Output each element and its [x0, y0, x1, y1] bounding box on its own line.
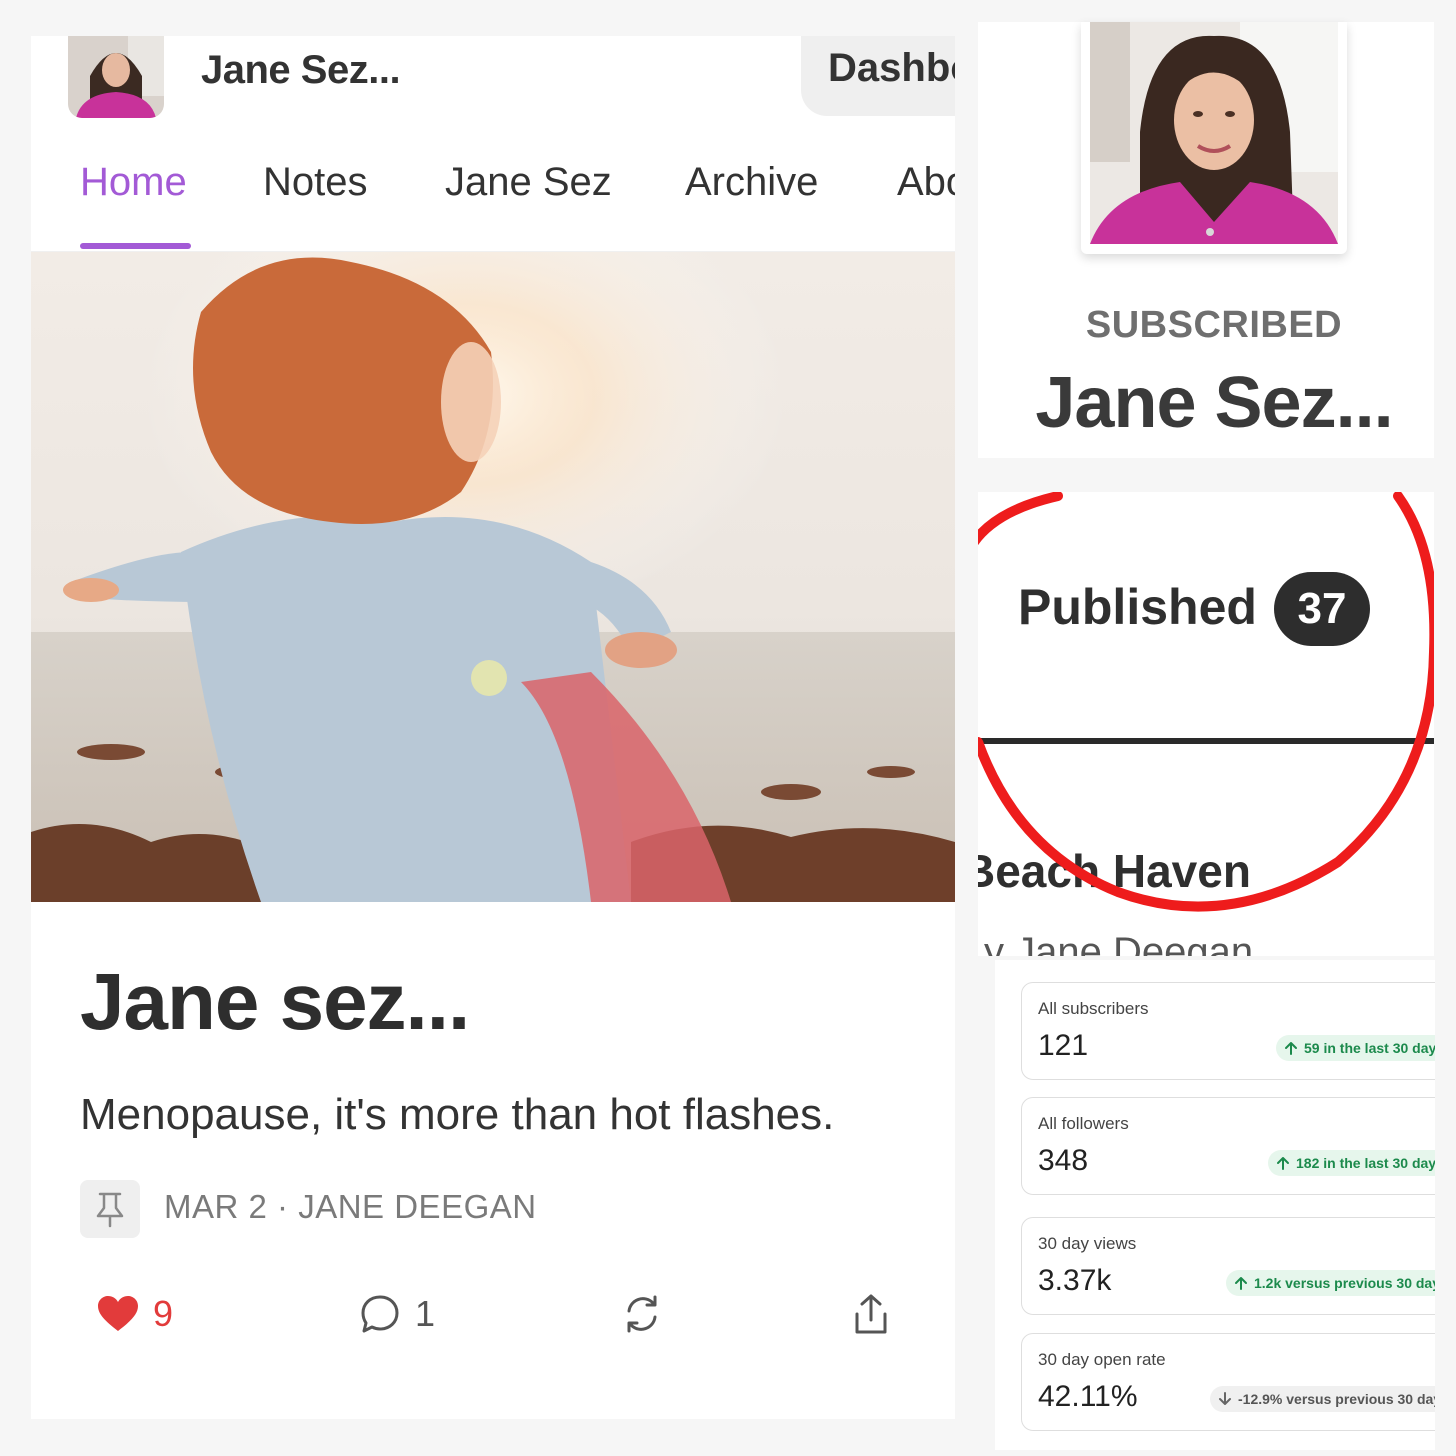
share-icon — [855, 1294, 887, 1334]
profile-photo-frame — [1081, 22, 1347, 254]
tab-home[interactable]: Home — [80, 160, 187, 205]
arrow-up-icon — [1235, 1277, 1247, 1290]
stat-value: 3.37k — [1038, 1264, 1112, 1297]
profile-photo — [1090, 22, 1338, 244]
red-circle-annotation — [978, 492, 1434, 912]
post-meta: MAR 2 · JANE DEEGAN — [164, 1188, 537, 1226]
publication-avatar[interactable] — [68, 36, 164, 118]
stat-change-badge: 182 in the last 30 days — [1268, 1150, 1435, 1176]
stats-panel: All subscribers 121 59 in the last 30 da… — [995, 960, 1435, 1450]
heart-icon — [98, 1296, 138, 1331]
stat-card-views[interactable]: 30 day views 3.37k 1.2k versus previous … — [1021, 1217, 1435, 1315]
published-card: Published 37 Beach Haven y Jane Deegan — [978, 492, 1434, 956]
active-tab-indicator — [80, 243, 191, 249]
stat-value: 42.11% — [1038, 1380, 1138, 1413]
post-actions: 9 1 — [31, 1286, 955, 1346]
stat-change-text: 1.2k versus previous 30 days — [1254, 1275, 1435, 1291]
share-button[interactable] — [851, 1286, 891, 1342]
tab-notes[interactable]: Notes — [263, 160, 368, 205]
comment-button[interactable]: 1 — [359, 1286, 435, 1342]
subscribed-status: SUBSCRIBED — [1085, 304, 1343, 346]
pin-icon — [96, 1192, 124, 1228]
stat-label: 30 day views — [1038, 1234, 1137, 1253]
stat-label: All subscribers — [1038, 999, 1149, 1018]
dashboard-button-label: Dashbo — [828, 46, 955, 90]
post-date: MAR 2 — [164, 1188, 268, 1225]
meta-separator: · — [277, 1188, 289, 1225]
stat-change-text: 182 in the last 30 days — [1296, 1155, 1435, 1171]
stat-value: 121 — [1038, 1029, 1089, 1062]
tab-about[interactable]: Abo — [897, 160, 955, 205]
app-screen: Jane Sez... Dashbo Home Notes Jane Sez A… — [31, 36, 955, 1419]
like-button[interactable]: 9 — [97, 1286, 173, 1342]
restack-button[interactable] — [621, 1286, 663, 1342]
stat-change-badge: -12.9% versus previous 30 days — [1210, 1386, 1435, 1412]
stat-label: 30 day open rate — [1038, 1350, 1166, 1369]
pin-button[interactable] — [80, 1180, 140, 1238]
hero-image[interactable] — [31, 252, 955, 902]
stat-change-text: -12.9% versus previous 30 days — [1238, 1391, 1435, 1407]
post-title[interactable]: Jane sez... — [80, 956, 470, 1048]
restack-icon — [627, 1295, 657, 1333]
dashboard-button[interactable]: Dashbo — [801, 36, 955, 116]
tab-jane-sez[interactable]: Jane Sez — [445, 160, 612, 205]
stat-label: All followers — [1038, 1114, 1129, 1133]
subscribed-publication-name: Jane Sez... — [1035, 363, 1393, 443]
arrow-up-icon — [1277, 1157, 1289, 1170]
stat-card-subscribers[interactable]: All subscribers 121 59 in the last 30 da… — [1021, 982, 1435, 1080]
stat-card-open-rate[interactable]: 30 day open rate 42.11% -12.9% versus pr… — [1021, 1333, 1435, 1431]
tab-bar: Home Notes Jane Sez Archive Abo — [31, 156, 955, 253]
like-count: 9 — [153, 1293, 174, 1334]
comment-count: 1 — [415, 1293, 436, 1334]
tab-archive[interactable]: Archive — [685, 160, 818, 205]
top-bar: Jane Sez... Dashbo — [31, 36, 955, 146]
comment-icon — [361, 1295, 399, 1333]
post-author[interactable]: JANE DEEGAN — [298, 1188, 536, 1225]
stat-change-badge: 1.2k versus previous 30 days — [1226, 1270, 1435, 1296]
stat-value: 348 — [1038, 1144, 1089, 1177]
stat-card-followers[interactable]: All followers 348 182 in the last 30 day… — [1021, 1097, 1435, 1195]
subscribed-card: SUBSCRIBED Jane Sez... — [978, 22, 1434, 458]
stat-change-badge: 59 in the last 30 days — [1276, 1035, 1435, 1061]
arrow-down-icon — [1219, 1392, 1231, 1405]
arrow-up-icon — [1285, 1042, 1297, 1055]
stat-change-text: 59 in the last 30 days — [1304, 1040, 1435, 1056]
post-subtitle: Menopause, it's more than hot flashes. — [80, 1090, 835, 1139]
publication-name[interactable]: Jane Sez... — [201, 48, 401, 93]
